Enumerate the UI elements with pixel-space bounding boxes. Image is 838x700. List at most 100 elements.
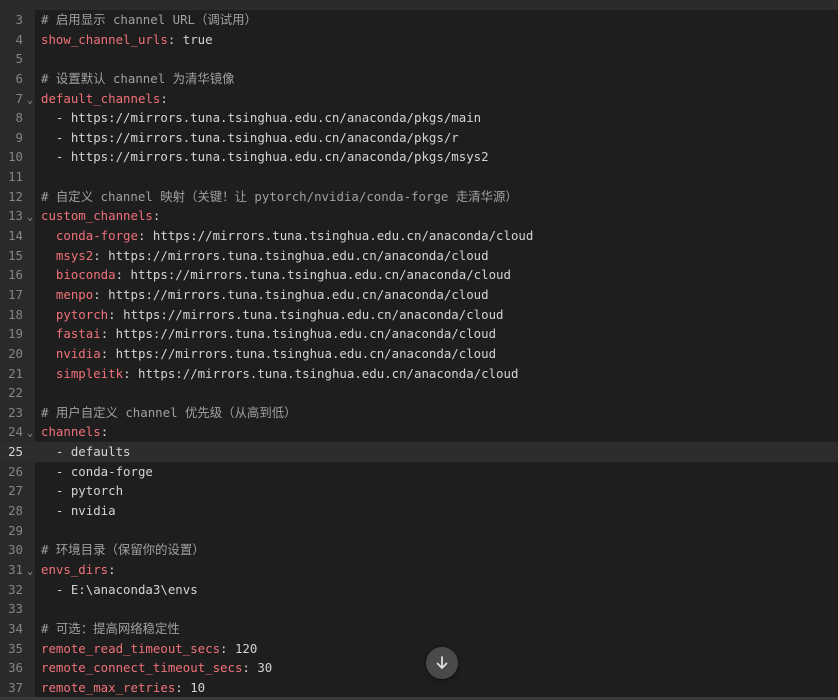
code-line[interactable]: 12 # 自定义 channel 映射（关键！让 pytorch/nvidia/c… — [0, 187, 838, 207]
scroll-to-bottom-button[interactable] — [426, 647, 458, 679]
line-number: 18 — [8, 306, 23, 322]
code-content: # 可选：提高网络稳定性 — [41, 619, 180, 639]
code-line[interactable]: 33 — [0, 599, 838, 619]
yaml-separator: : — [100, 326, 116, 342]
yaml-key: envs_dirs — [41, 561, 109, 577]
yaml-value: - https://mirrors.tuna.tsinghua.edu.cn/a… — [41, 129, 459, 145]
code-line[interactable]: 37 remote_max_retries: 10 — [0, 678, 838, 698]
code-content: default_channels: — [41, 89, 168, 109]
yaml-key: remote_connect_timeout_secs — [41, 660, 243, 676]
comment-text: # 自定义 channel 映射（关键！让 pytorch/nvidia/con… — [41, 188, 518, 204]
yaml-separator: : — [175, 679, 191, 695]
yaml-value: - nvidia — [41, 503, 116, 519]
code-line[interactable]: 15 msys2: https://mirrors.tuna.tsinghua.… — [0, 246, 838, 266]
yaml-separator: : — [137, 228, 153, 244]
code-line[interactable]: 3 # 启用显示 channel URL（调试用） — [0, 10, 838, 30]
code-line[interactable]: 26 - conda-forge — [0, 462, 838, 482]
code-content: - E:\anaconda3\envs — [41, 580, 198, 600]
code-content: nvidia: https://mirrors.tuna.tsinghua.ed… — [41, 344, 496, 364]
line-number: 5 — [15, 51, 23, 67]
yaml-key: menpo — [41, 286, 94, 302]
line-number: 33 — [8, 601, 23, 617]
code-content: - nvidia — [41, 501, 116, 521]
code-line[interactable]: 19 fastai: https://mirrors.tuna.tsinghua… — [0, 324, 838, 344]
code-line[interactable]: 14 conda-forge: https://mirrors.tuna.tsi… — [0, 226, 838, 246]
code-line[interactable]: 13 ⌄ custom_channels: — [0, 206, 838, 226]
code-line[interactable]: 24 ⌄ channels: — [0, 422, 838, 442]
code-content: remote_connect_timeout_secs: 30 — [41, 658, 272, 678]
code-line[interactable]: 7 ⌄ default_channels: — [0, 89, 838, 109]
yaml-separator: : — [100, 345, 116, 361]
yaml-value: - conda-forge — [41, 463, 153, 479]
code-line[interactable]: 31 ⌄ envs_dirs: — [0, 560, 838, 580]
line-number: 34 — [8, 620, 23, 636]
editor-top-bar — [0, 0, 838, 10]
yaml-value: - defaults — [41, 444, 131, 460]
code-line[interactable]: 23 # 用户自定义 channel 优先级（从高到低） — [0, 403, 838, 423]
code-line[interactable]: 34 # 可选：提高网络稳定性 — [0, 619, 838, 639]
arrow-down-icon — [434, 655, 450, 671]
code-content: # 设置默认 channel 为清华镜像 — [41, 69, 235, 89]
yaml-value: 10 — [190, 679, 206, 695]
code-line[interactable]: 10 - https://mirrors.tuna.tsinghua.edu.c… — [0, 147, 838, 167]
code-line[interactable]: 11 — [0, 167, 838, 187]
line-number: 24 — [8, 424, 23, 440]
comment-text: # 启用显示 channel URL（调试用） — [41, 12, 257, 27]
code-line[interactable]: 27 - pytorch — [0, 481, 838, 501]
code-line[interactable]: 22 — [0, 383, 838, 403]
line-number: 8 — [15, 110, 23, 126]
line-number: 27 — [8, 483, 23, 499]
code-line[interactable]: 35 remote_read_timeout_secs: 120 — [0, 639, 838, 659]
yaml-key: channels — [41, 424, 101, 440]
code-content: - defaults — [41, 442, 131, 462]
code-line[interactable]: 16 bioconda: https://mirrors.tuna.tsingh… — [0, 265, 838, 285]
code-content: # 自定义 channel 映射（关键！让 pytorch/nvidia/con… — [41, 187, 518, 207]
yaml-separator: : — [108, 306, 124, 322]
code-line[interactable]: 6 # 设置默认 channel 为清华镜像 — [0, 69, 838, 89]
line-number: 28 — [8, 503, 23, 519]
code-line[interactable]: 5 — [0, 49, 838, 69]
code-line[interactable]: 36 remote_connect_timeout_secs: 30 — [0, 658, 838, 678]
code-content: remote_max_retries: 10 — [41, 678, 205, 698]
code-line[interactable]: 25 - defaults — [0, 442, 838, 462]
yaml-value: 30 — [257, 660, 273, 676]
yaml-key: remote_max_retries — [41, 679, 176, 695]
line-number: 3 — [15, 12, 23, 27]
yaml-separator: : — [93, 286, 109, 302]
code-line[interactable]: 9 - https://mirrors.tuna.tsinghua.edu.cn… — [0, 128, 838, 148]
code-line[interactable]: 28 - nvidia — [0, 501, 838, 521]
yaml-separator: : — [220, 640, 235, 656]
yaml-value: https://mirrors.tuna.tsinghua.edu.cn/ana… — [108, 247, 489, 263]
code-line[interactable]: 30 # 环境目录（保留你的设置） — [0, 540, 838, 560]
code-line[interactable]: 8 - https://mirrors.tuna.tsinghua.edu.cn… — [0, 108, 838, 128]
yaml-value: https://mirrors.tuna.tsinghua.edu.cn/ana… — [130, 267, 511, 283]
code-line[interactable]: 4 show_channel_urls: true — [0, 30, 838, 50]
yaml-separator: : — [160, 90, 168, 106]
yaml-key: remote_read_timeout_secs — [41, 640, 221, 656]
yaml-separator: : — [123, 365, 138, 381]
yaml-key: show_channel_urls — [41, 31, 168, 47]
yaml-separator: : — [167, 31, 183, 47]
code-line[interactable]: 18 pytorch: https://mirrors.tuna.tsinghu… — [0, 305, 838, 325]
code-editor[interactable]: 3 # 启用显示 channel URL（调试用） 4 show_channel_ur… — [0, 0, 838, 700]
code-line[interactable]: 20 nvidia: https://mirrors.tuna.tsinghua… — [0, 344, 838, 364]
code-lines[interactable]: 3 # 启用显示 channel URL（调试用） 4 show_channel_ur… — [0, 10, 838, 697]
yaml-key: bioconda — [41, 267, 116, 283]
yaml-value: - E:\anaconda3\envs — [41, 581, 198, 597]
line-number: 19 — [8, 326, 23, 342]
line-number: 23 — [8, 404, 23, 420]
yaml-value: - https://mirrors.tuna.tsinghua.edu.cn/a… — [41, 110, 482, 126]
line-number: 6 — [15, 70, 23, 86]
code-line[interactable]: 21 simpleitk: https://mirrors.tuna.tsing… — [0, 364, 838, 384]
code-content: # 用户自定义 channel 优先级（从高到低） — [41, 403, 297, 423]
code-content: conda-forge: https://mirrors.tuna.tsingh… — [41, 226, 533, 246]
code-content: remote_read_timeout_secs: 120 — [41, 639, 257, 659]
comment-text: # 设置默认 channel 为清华镜像 — [41, 70, 235, 86]
code-line[interactable]: 17 menpo: https://mirrors.tuna.tsinghua.… — [0, 285, 838, 305]
line-number: 25 — [8, 444, 23, 460]
yaml-value: true — [182, 31, 213, 47]
code-line[interactable]: 29 — [0, 521, 838, 541]
code-line[interactable]: 32 - E:\anaconda3\envs — [0, 580, 838, 600]
code-content: - https://mirrors.tuna.tsinghua.edu.cn/a… — [41, 108, 481, 128]
line-number: 10 — [8, 149, 23, 165]
